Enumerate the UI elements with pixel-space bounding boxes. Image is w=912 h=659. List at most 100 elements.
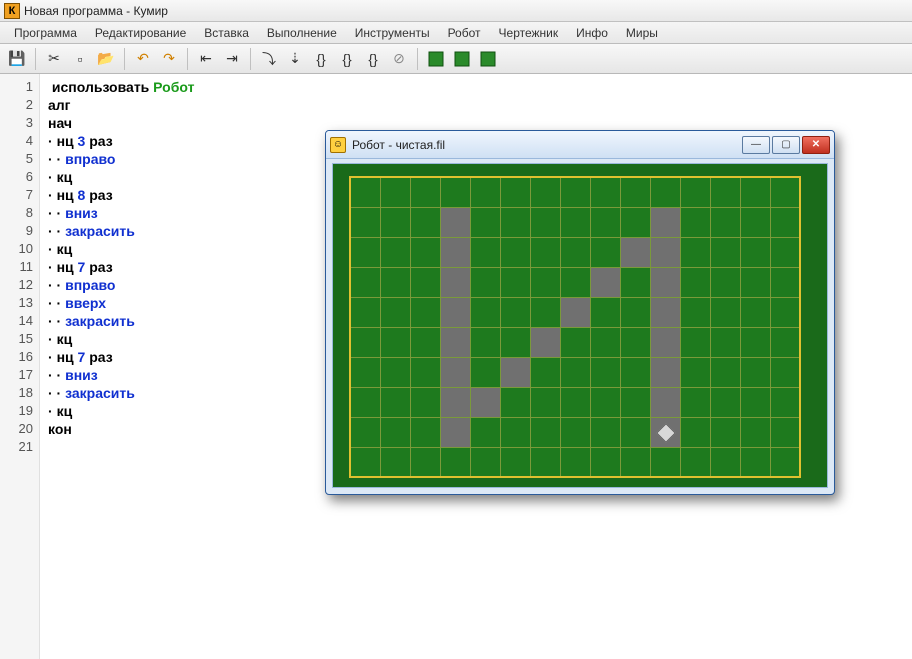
code-line[interactable]: · кц: [48, 330, 194, 348]
painted-cell: [441, 238, 471, 268]
grid-cell: [741, 328, 771, 358]
code-editor[interactable]: использовать Роботалгнач· нц 3 раз· · вп…: [40, 74, 194, 659]
grid-cell: [531, 178, 561, 208]
code-line[interactable]: · кц: [48, 240, 194, 258]
grid-cell: [411, 328, 441, 358]
robot-client-area: [332, 163, 828, 488]
code-line[interactable]: · · вниз: [48, 204, 194, 222]
code-line[interactable]: · · закрасить: [48, 222, 194, 240]
code-line[interactable]: · нц 8 раз: [48, 186, 194, 204]
grid-cell: [651, 178, 681, 208]
menu-вставка[interactable]: Вставка: [196, 24, 257, 42]
grid-cell: [561, 238, 591, 268]
painted-cell: [441, 208, 471, 238]
line-number: 9: [0, 222, 33, 240]
grid-cell: [741, 208, 771, 238]
line-number: 4: [0, 132, 33, 150]
toolbar: 💾✂▫📂↶↷⇤⇥⤵⇣{}{}{}⊘: [0, 44, 912, 74]
painted-cell: [651, 238, 681, 268]
grid3-button[interactable]: [477, 48, 499, 70]
code-line[interactable]: · кц: [48, 402, 194, 420]
code-line[interactable]: нач: [48, 114, 194, 132]
code-line[interactable]: · · вправо: [48, 276, 194, 294]
menu-инфо[interactable]: Инфо: [568, 24, 616, 42]
robot-window-icon: ☺: [330, 137, 346, 153]
cut-button[interactable]: ✂: [43, 48, 65, 70]
toolbar-separator: [124, 48, 125, 70]
line-gutter: 123456789101112131415161718192021: [0, 74, 40, 659]
grid-cell: [591, 418, 621, 448]
code-line[interactable]: [48, 438, 194, 456]
code-line[interactable]: использовать Робот: [48, 78, 194, 96]
menu-программа[interactable]: Программа: [6, 24, 85, 42]
code-line[interactable]: · нц 7 раз: [48, 258, 194, 276]
maximize-button[interactable]: ▢: [772, 136, 800, 154]
grid-cell: [741, 388, 771, 418]
menu-чертежник[interactable]: Чертежник: [491, 24, 567, 42]
menu-выполнение[interactable]: Выполнение: [259, 24, 345, 42]
step-over-button[interactable]: ⇣: [284, 48, 306, 70]
grid-cell: [501, 388, 531, 418]
grid-cell: [351, 388, 381, 418]
line-number: 2: [0, 96, 33, 114]
code-line[interactable]: · · закрасить: [48, 312, 194, 330]
grid-cell: [681, 418, 711, 448]
code-line[interactable]: · нц 7 раз: [48, 348, 194, 366]
braces1-button[interactable]: {}: [310, 48, 332, 70]
stop-button[interactable]: ⊘: [388, 48, 410, 70]
menu-робот[interactable]: Робот: [440, 24, 489, 42]
line-number: 12: [0, 276, 33, 294]
new-button[interactable]: ▫: [69, 48, 91, 70]
grid-cell: [381, 448, 411, 478]
save-button[interactable]: 💾: [6, 48, 28, 70]
menu-инструменты[interactable]: Инструменты: [347, 24, 438, 42]
braces2-button[interactable]: {}: [336, 48, 358, 70]
robot-titlebar[interactable]: ☺ Робот - чистая.fil — ▢ ✕: [326, 131, 834, 159]
grid-cell: [351, 358, 381, 388]
grid-cell: [351, 328, 381, 358]
code-line[interactable]: · · вниз: [48, 366, 194, 384]
code-line[interactable]: · нц 3 раз: [48, 132, 194, 150]
line-number: 16: [0, 348, 33, 366]
grid-cell: [501, 208, 531, 238]
grid-cell: [471, 358, 501, 388]
toolbar-separator: [187, 48, 188, 70]
grid-cell: [381, 268, 411, 298]
grid-cell: [561, 178, 591, 208]
undo-button[interactable]: ↶: [132, 48, 154, 70]
robot-window[interactable]: ☺ Робот - чистая.fil — ▢ ✕: [325, 130, 835, 495]
code-line[interactable]: · · закрасить: [48, 384, 194, 402]
indent-right-button[interactable]: ⇥: [221, 48, 243, 70]
step-in-button[interactable]: ⤵: [258, 48, 280, 70]
grid-cell: [771, 328, 801, 358]
grid-cell: [381, 328, 411, 358]
code-line[interactable]: · · вверх: [48, 294, 194, 312]
line-number: 11: [0, 258, 33, 276]
grid-cell: [771, 268, 801, 298]
open-button[interactable]: 📂: [95, 48, 117, 70]
grid1-button[interactable]: [425, 48, 447, 70]
menu-редактирование[interactable]: Редактирование: [87, 24, 194, 42]
grid-cell: [381, 298, 411, 328]
robot-field[interactable]: [333, 164, 827, 487]
grid-cell: [711, 328, 741, 358]
close-button[interactable]: ✕: [802, 136, 830, 154]
line-number: 18: [0, 384, 33, 402]
code-line[interactable]: алг: [48, 96, 194, 114]
redo-button[interactable]: ↷: [158, 48, 180, 70]
code-line[interactable]: кон: [48, 420, 194, 438]
grid-cell: [741, 298, 771, 328]
code-line[interactable]: · кц: [48, 168, 194, 186]
grid-cell: [501, 418, 531, 448]
braces3-button[interactable]: {}: [362, 48, 384, 70]
grid-cell: [711, 388, 741, 418]
code-line[interactable]: · · вправо: [48, 150, 194, 168]
indent-left-button[interactable]: ⇤: [195, 48, 217, 70]
minimize-button[interactable]: —: [742, 136, 770, 154]
grid-cell: [711, 358, 741, 388]
grid-cell: [771, 448, 801, 478]
menu-миры[interactable]: Миры: [618, 24, 666, 42]
grid2-button[interactable]: [451, 48, 473, 70]
grid-cell: [591, 388, 621, 418]
grid-cell: [591, 328, 621, 358]
